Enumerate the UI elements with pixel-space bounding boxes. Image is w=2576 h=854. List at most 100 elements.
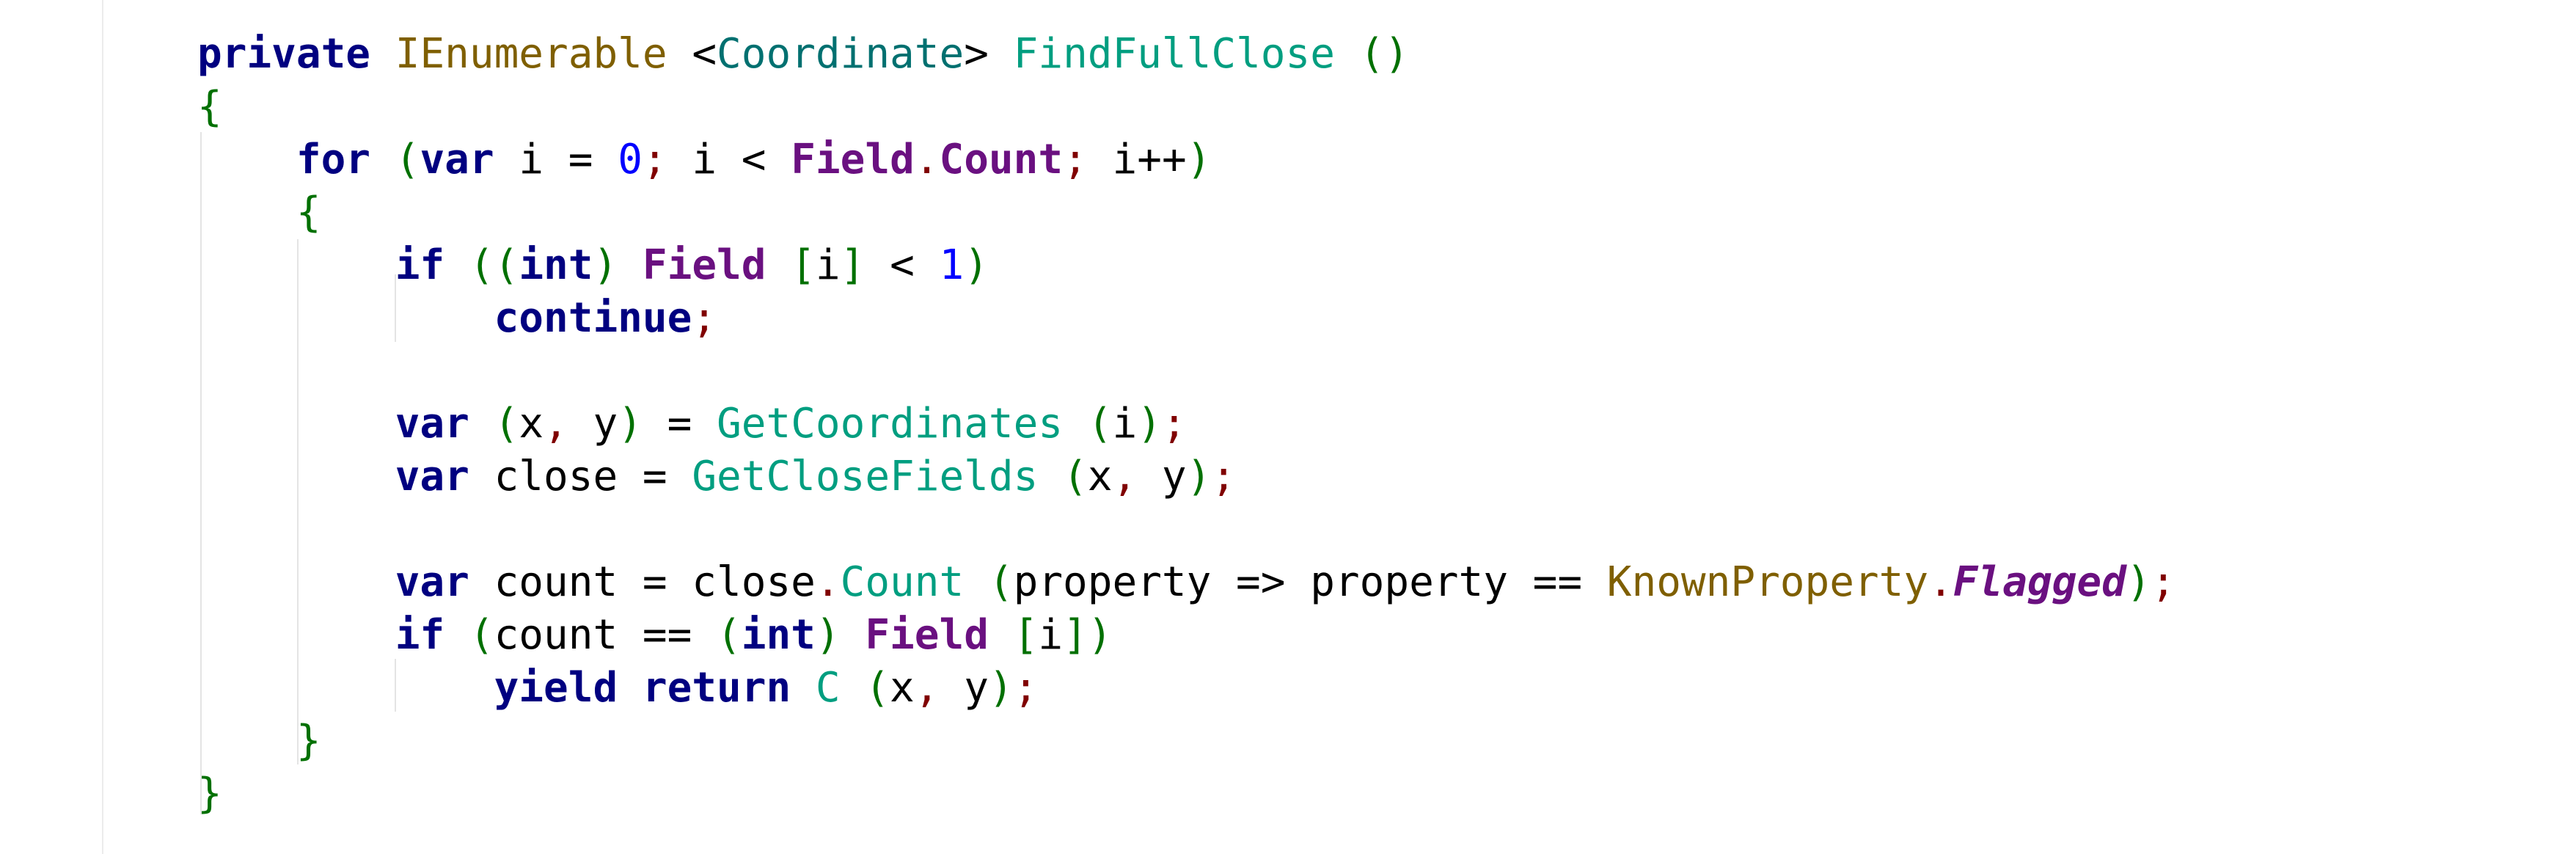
code-token: [ [791, 241, 816, 289]
code-token: (( [469, 241, 519, 289]
code-token: ; [692, 294, 717, 342]
code-token: > [964, 30, 1014, 78]
code-line: var (x, y) = GetCoordinates (i); [197, 398, 2176, 450]
gutter-border [102, 0, 103, 854]
code-token: ( [1063, 453, 1088, 500]
code-token: , [544, 400, 568, 448]
code-token: i [1038, 611, 1064, 659]
code-token: if [395, 611, 445, 659]
code-line: var close = GetCloseFields (x, y); [197, 450, 2176, 503]
code-token: i [815, 241, 841, 289]
code-token: GetCloseFields [692, 453, 1039, 500]
code-line: { [197, 186, 2176, 239]
code-token: = [642, 400, 717, 448]
code-token: () [1359, 30, 1410, 78]
code-line: continue; [197, 292, 2176, 345]
code-token: ; [1161, 400, 1187, 448]
code-token: var [395, 400, 469, 448]
code-token: Flagged [1953, 558, 2126, 606]
code-token: ) [988, 664, 1014, 712]
code-line: var count = close. Count (property => pro… [197, 556, 2176, 609]
code-token: int [741, 611, 816, 659]
code-token: Field [642, 241, 766, 289]
code-token: if [395, 241, 445, 289]
code-token: return [642, 664, 791, 712]
code-token: , [914, 664, 940, 712]
code-token: i++ [1087, 136, 1187, 183]
code-token: Count [840, 558, 965, 606]
code-line: if (count == (int) Field [i]) [197, 609, 2176, 662]
code-token: property => property == [1013, 558, 1607, 606]
code-token: Count [939, 136, 1064, 183]
code-line: for (var i = 0; i < Field.Count; i++) [197, 134, 2176, 186]
code-line: } [197, 715, 2176, 767]
code-token: C [815, 664, 841, 712]
code-token: y [1137, 453, 1187, 500]
code-token: { [197, 83, 222, 131]
code-token: KnownProperty [1606, 558, 1929, 606]
code-token: ; [642, 136, 667, 183]
code-token: ( [469, 611, 494, 659]
code-token: count = close [469, 558, 816, 606]
code-token: < [667, 30, 717, 78]
code-token: i = [494, 136, 618, 183]
code-token: GetCoordinates [717, 400, 1064, 448]
code-editor[interactable]: private IEnumerable <Coordinate> FindFul… [197, 28, 2176, 820]
code-token: Field [865, 611, 989, 659]
code-token: close = [469, 453, 692, 500]
code-token: 1 [939, 241, 965, 289]
code-line: private IEnumerable <Coordinate> FindFul… [197, 28, 2176, 81]
code-token: . [914, 136, 940, 183]
code-token: ( [988, 558, 1014, 606]
code-token: ) [2126, 558, 2151, 606]
code-token: for [296, 136, 371, 183]
code-token: ( [717, 611, 742, 659]
code-token: < [865, 241, 940, 289]
code-token: i [1112, 400, 1138, 448]
code-token: private [197, 30, 371, 78]
code-token: , [1112, 453, 1138, 500]
code-token: yield [494, 664, 618, 712]
code-token: continue [494, 294, 692, 342]
code-token: ]) [1063, 611, 1113, 659]
code-line: { [197, 81, 2176, 134]
code-token: ; [1013, 664, 1039, 712]
code-token: ) [1137, 400, 1162, 448]
code-token: ; [1211, 453, 1237, 500]
code-token: int [519, 241, 593, 289]
code-token: y [939, 664, 989, 712]
code-token: var [395, 558, 469, 606]
code-token: IEnumerable [395, 30, 667, 78]
code-token: . [1928, 558, 1953, 606]
code-token: } [197, 770, 222, 817]
code-line: if ((int) Field [i] < 1) [197, 239, 2176, 292]
code-token: ) [1186, 453, 1212, 500]
code-token: 0 [618, 136, 643, 183]
code-token: var [420, 136, 494, 183]
code-token: ( [865, 664, 890, 712]
code-token: ; [1063, 136, 1088, 183]
